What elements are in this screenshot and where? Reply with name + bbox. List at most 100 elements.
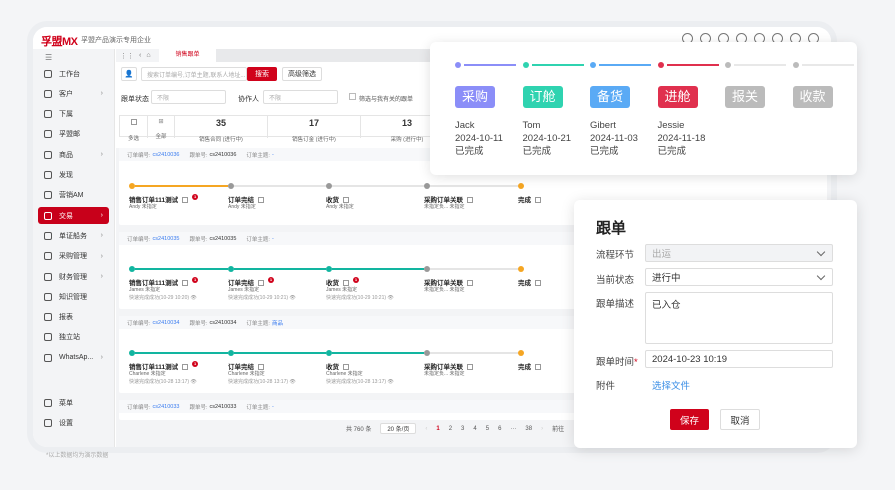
order-field[interactable]: 商品 (272, 319, 283, 327)
cancel-button[interactable]: 取消 (720, 409, 760, 430)
sidebar-item[interactable]: 孚盟邮 (38, 126, 109, 143)
stat-sales-deposit[interactable]: 17 销售订金 (进行中) (268, 116, 361, 143)
page-button[interactable]: 6 (498, 426, 501, 432)
step-label[interactable]: 完成 (518, 361, 541, 371)
sidebar-item[interactable]: 商品 › (38, 146, 109, 163)
sidebar-item[interactable]: 独立站 (38, 329, 109, 346)
status-filter-select[interactable]: 不限 (151, 90, 226, 104)
all-filter[interactable]: ⊞ 全部 (148, 116, 175, 140)
home-icon[interactable]: ⌂ (146, 52, 150, 59)
search-input[interactable]: 搜索订单编号,订单主题,联系人地址... (141, 67, 247, 81)
edit-icon[interactable] (258, 197, 264, 204)
advanced-filter-button[interactable]: 高级筛选 (282, 67, 322, 81)
tab-home[interactable]: ⋮⋮ ‹ ⌂ (116, 49, 159, 62)
stage-tag[interactable]: 报关 (725, 86, 765, 108)
sidebar-item[interactable]: 交易 › (38, 207, 109, 225)
step-label[interactable]: 完成 (518, 194, 541, 204)
notification-badge[interactable]: 1 (268, 277, 274, 283)
sidebar-item[interactable]: WhatsAp... › (38, 349, 109, 366)
contact-filter-icon[interactable]: 👤 (121, 67, 137, 81)
eye-icon[interactable]: 👁 (288, 295, 295, 301)
stage-tag[interactable]: 备货 (590, 86, 630, 108)
order-field[interactable]: cs2410034 (153, 320, 180, 326)
order-field[interactable]: cs2410036 (153, 152, 180, 158)
grid-icon[interactable]: ⋮⋮ (120, 52, 134, 60)
back-icon[interactable]: ‹ (139, 52, 141, 59)
menu-collapse-icon[interactable]: ☰ (45, 53, 52, 62)
order-field[interactable]: - (272, 152, 274, 158)
next-page-button[interactable]: › (541, 426, 543, 432)
notification-badge[interactable]: 1 (192, 277, 199, 283)
order-field: 订单主题: (246, 320, 270, 327)
step-time: 快速完成成功(10-28 13:17) 👁 (228, 379, 296, 385)
tab-sales-tracking[interactable]: 销售跟单 (159, 49, 216, 62)
page-size-select[interactable]: 20 条/页 (380, 423, 417, 434)
page-button[interactable]: 3 (461, 426, 464, 432)
edit-icon[interactable] (182, 364, 189, 371)
page-button[interactable]: 5 (486, 426, 489, 432)
eye-icon[interactable]: 👁 (386, 295, 393, 301)
notification-badge[interactable]: 1 (353, 277, 359, 283)
eye-icon[interactable]: 👁 (288, 379, 295, 385)
page-button[interactable]: 4 (473, 426, 476, 432)
choose-file-link[interactable]: 选择文件 (652, 378, 690, 392)
order-field[interactable]: cs2410033 (153, 404, 180, 410)
page-button[interactable]: 1 (436, 426, 439, 432)
step-label[interactable]: 完成 (518, 277, 541, 287)
prev-page-button[interactable]: ‹ (425, 426, 427, 432)
edit-icon[interactable] (535, 364, 541, 371)
sidebar-item[interactable]: 下属 (38, 106, 109, 123)
sidebar-item[interactable]: 单证船务 › (38, 227, 109, 244)
notification-badge[interactable]: 1 (192, 361, 199, 367)
sidebar-item[interactable]: 发现 (38, 167, 109, 184)
sidebar-icon (44, 211, 52, 220)
chevron-right-icon: › (100, 151, 103, 159)
edit-icon[interactable] (182, 280, 189, 287)
eye-icon[interactable]: 👁 (189, 295, 196, 301)
sidebar-item[interactable]: 工作台 (38, 65, 109, 82)
page-button[interactable]: ··· (510, 426, 516, 432)
sidebar-item[interactable]: 报表 (38, 309, 109, 326)
eye-icon[interactable]: 👁 (189, 379, 196, 385)
sidebar-bottom-item[interactable]: 设置 (38, 414, 109, 431)
sidebar-item[interactable]: 客户 › (38, 85, 109, 102)
sidebar-item[interactable]: 采购管理 › (38, 248, 109, 265)
search-button[interactable]: 搜索 (247, 67, 277, 81)
edit-icon[interactable] (535, 197, 541, 204)
edit-icon[interactable] (467, 280, 473, 287)
step-assignee: Andy 未指定 (129, 204, 157, 210)
save-button[interactable]: 保存 (670, 409, 709, 430)
multi-select[interactable]: 多选 (120, 116, 148, 142)
notification-badge[interactable]: 1 (192, 194, 199, 200)
collab-filter-select[interactable]: 不限 (263, 90, 338, 104)
stage-tag[interactable]: 采购 (455, 86, 495, 108)
sidebar-item[interactable]: 财务管理 › (38, 268, 109, 285)
step-time: 快速完成成功(10-28 13:17) 👁 (129, 379, 197, 385)
order-field[interactable]: - (272, 404, 274, 410)
page-button[interactable]: 38 (525, 426, 532, 432)
eye-icon[interactable]: 👁 (386, 379, 393, 385)
sidebar-icon (44, 292, 52, 301)
time-input[interactable]: 2024-10-23 10:19 (645, 350, 833, 368)
stage-select[interactable]: 出运 (645, 244, 833, 262)
order-field[interactable]: cs2410035 (153, 236, 180, 242)
edit-icon[interactable] (467, 197, 473, 204)
stage-tag[interactable]: 进舱 (657, 86, 698, 108)
page-button[interactable]: 2 (449, 426, 452, 432)
step-assignee: James 未指定 (129, 287, 161, 293)
mine-checkbox[interactable] (349, 93, 356, 100)
stage-tag[interactable]: 收款 (792, 86, 833, 108)
order-field[interactable]: - (272, 236, 274, 242)
sidebar-item-label: 采购管理 (59, 253, 87, 261)
sidebar-item[interactable]: 营销AM (38, 187, 109, 204)
status-select[interactable]: 进行中 (645, 268, 833, 286)
edit-icon[interactable] (182, 197, 189, 204)
edit-icon[interactable] (467, 364, 473, 371)
edit-icon[interactable] (535, 280, 541, 287)
stage-tag[interactable]: 订舱 (522, 86, 563, 108)
step-assignee: James 未指定 (228, 287, 260, 293)
stat-sales-contract[interactable]: 35 销售合同 (进行中) (175, 116, 268, 143)
desc-textarea[interactable]: 已入仓 (645, 292, 833, 344)
sidebar-item[interactable]: 知识管理 (38, 288, 109, 305)
sidebar-bottom-item[interactable]: 菜单 (38, 394, 109, 411)
